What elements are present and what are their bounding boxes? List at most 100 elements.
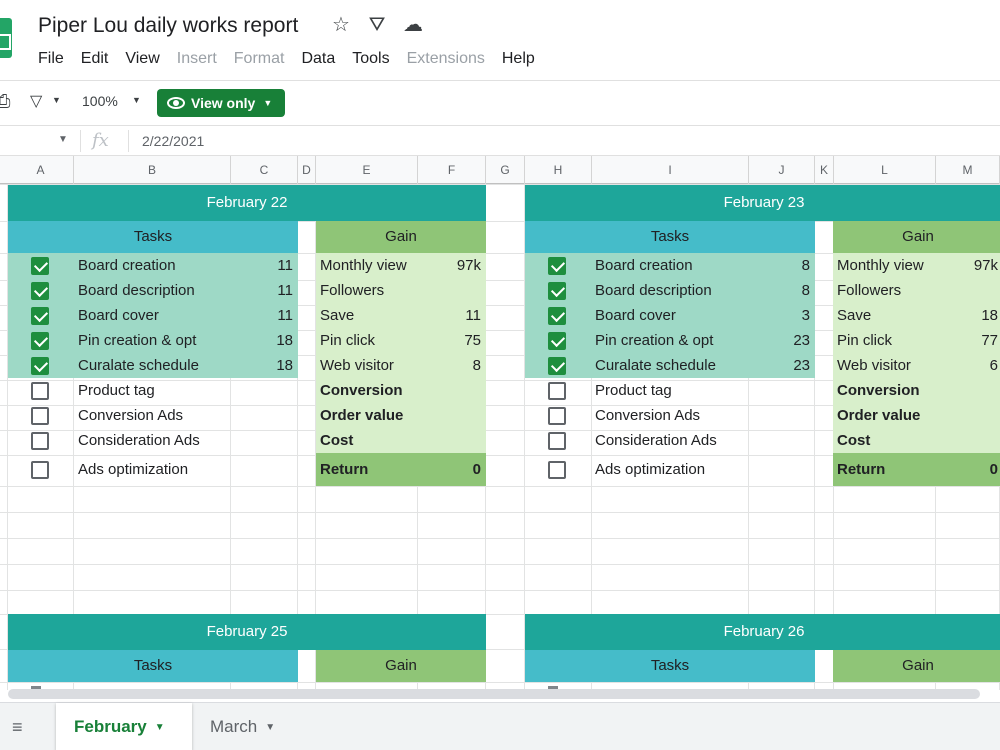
chevron-down-icon[interactable]: ▼ — [265, 722, 275, 733]
gain-metric-value — [418, 403, 481, 428]
task-count — [748, 403, 810, 428]
column-header-h[interactable]: H — [525, 156, 592, 184]
cells-area[interactable]: February 22 Tasks Gain Board creation 11 Boar… — [0, 184, 1000, 690]
task-checkbox[interactable] — [548, 406, 566, 425]
document-title[interactable]: Piper Lou daily works report — [38, 14, 298, 38]
task-checkbox[interactable] — [548, 460, 566, 479]
menu-format[interactable]: Format — [234, 50, 285, 68]
column-header-c[interactable]: C — [231, 156, 298, 184]
task-name: Board creation — [78, 257, 176, 274]
task-count: 11 — [277, 282, 293, 299]
task-name: Pin creation & opt — [595, 332, 714, 349]
task-count: 3 — [801, 307, 810, 324]
menu-insert[interactable]: Insert — [177, 50, 217, 68]
app-header: Piper Lou daily works report ☆ ⛛ ☁ File E… — [0, 0, 1000, 80]
column-header-j[interactable]: J — [749, 156, 815, 184]
all-sheets-menu-icon[interactable]: ≡ — [12, 717, 23, 738]
filter-icon[interactable]: ▽ — [30, 91, 42, 111]
gain-metric-name: Monthly view — [837, 257, 924, 274]
task-checkbox[interactable] — [548, 331, 566, 350]
task-checkbox[interactable] — [31, 306, 49, 325]
column-header-d[interactable]: D — [298, 156, 316, 184]
task-checkbox[interactable] — [548, 431, 566, 450]
task-checkbox[interactable] — [31, 406, 49, 425]
column-header-f[interactable]: F — [418, 156, 486, 184]
cloud-status-icon[interactable]: ☁ — [402, 14, 424, 36]
drive-move-icon[interactable]: ⛛ — [366, 14, 388, 36]
task-checkbox[interactable] — [31, 381, 49, 400]
gain-metric-value: 97k — [456, 257, 481, 274]
column-header-a[interactable]: A — [8, 156, 74, 184]
task-checkbox[interactable] — [31, 331, 49, 350]
menu-extensions[interactable]: Extensions — [407, 50, 485, 68]
zoom-select[interactable]: 100% — [82, 93, 118, 109]
menu-view[interactable]: View — [125, 50, 159, 68]
date-banner: February 22 — [8, 185, 486, 221]
task-name: Ads optimization — [595, 461, 706, 478]
gain-metric-name: Order value — [320, 407, 404, 424]
horizontal-scrollbar[interactable] — [8, 689, 980, 699]
task-checkbox[interactable] — [548, 256, 566, 275]
gain-metric-value: 18 — [981, 307, 998, 324]
task-name: Pin creation & opt — [78, 332, 197, 349]
task-count: 11 — [277, 307, 293, 324]
menu-edit[interactable]: Edit — [81, 50, 109, 68]
gain-header: Gain — [833, 221, 1000, 253]
gain-metric-value: 6 — [989, 357, 998, 374]
column-header-l[interactable]: L — [834, 156, 936, 184]
gain-metric-name: Followers — [837, 282, 902, 299]
gain-metric-name: Web visitor — [837, 357, 911, 374]
task-checkbox[interactable] — [548, 281, 566, 300]
filter-dropdown-icon[interactable]: ▼ — [52, 95, 61, 105]
column-header-e[interactable]: E — [316, 156, 418, 184]
task-count: 11 — [277, 257, 293, 274]
sheet-tab-february[interactable]: February ▼ — [56, 703, 192, 750]
task-name: Ads optimization — [78, 461, 189, 478]
menu-data[interactable]: Data — [301, 50, 335, 68]
sheets-logo-icon[interactable] — [0, 18, 12, 58]
zoom-dropdown-icon[interactable]: ▼ — [132, 95, 141, 105]
view-only-button[interactable]: View only ▼ — [157, 89, 285, 117]
task-checkbox[interactable] — [31, 431, 49, 450]
star-icon[interactable]: ☆ — [330, 14, 352, 36]
menu-bar: File Edit View Insert Format Data Tools Extensi… — [38, 50, 552, 68]
task-checkbox[interactable] — [548, 306, 566, 325]
date-banner: February 23 — [525, 185, 1000, 221]
gain-metric-value: 77 — [981, 332, 998, 349]
task-count — [231, 453, 293, 486]
task-count — [748, 378, 810, 403]
task-checkbox[interactable] — [548, 381, 566, 400]
menu-file[interactable]: File — [38, 50, 64, 68]
task-count: 8 — [801, 257, 810, 274]
sheet-grid[interactable]: ABCDEFGHIJKLM February 22 Tasks Gain Board … — [0, 156, 1000, 690]
task-checkbox[interactable] — [548, 356, 566, 375]
sheet-tab-march[interactable]: March ▼ — [192, 703, 302, 750]
task-checkbox[interactable] — [31, 281, 49, 300]
print-icon[interactable]: ⎙ — [0, 91, 10, 112]
gain-metric-name: Save — [837, 307, 872, 324]
gain-metric-name: Cost — [837, 432, 871, 449]
gain-header: Gain — [833, 650, 1000, 682]
gridline-horizontal — [0, 682, 1000, 683]
eye-icon — [167, 97, 185, 109]
task-checkbox[interactable] — [31, 460, 49, 479]
task-count — [231, 403, 293, 428]
gridline-horizontal — [0, 564, 1000, 565]
menu-help[interactable]: Help — [502, 50, 535, 68]
chevron-down-icon[interactable]: ▼ — [155, 722, 165, 733]
column-header-m[interactable]: M — [936, 156, 1000, 184]
gain-metric-value: 97k — [973, 257, 998, 274]
chevron-down-icon: ▼ — [263, 98, 273, 108]
column-header-b[interactable]: B — [74, 156, 231, 184]
menu-tools[interactable]: Tools — [352, 50, 389, 68]
formula-input[interactable]: 2/22/2021 — [142, 133, 204, 149]
column-header-k[interactable]: K — [815, 156, 834, 184]
column-headers: ABCDEFGHIJKLM — [0, 156, 1000, 184]
task-checkbox[interactable] — [31, 356, 49, 375]
name-box-dropdown-icon[interactable]: ▼ — [58, 134, 68, 145]
task-checkbox[interactable] — [31, 256, 49, 275]
gain-metric-name: Save — [320, 307, 355, 324]
column-header-i[interactable]: I — [592, 156, 749, 184]
column-header-g[interactable]: G — [486, 156, 525, 184]
gain-metric-name: Web visitor — [320, 357, 394, 374]
